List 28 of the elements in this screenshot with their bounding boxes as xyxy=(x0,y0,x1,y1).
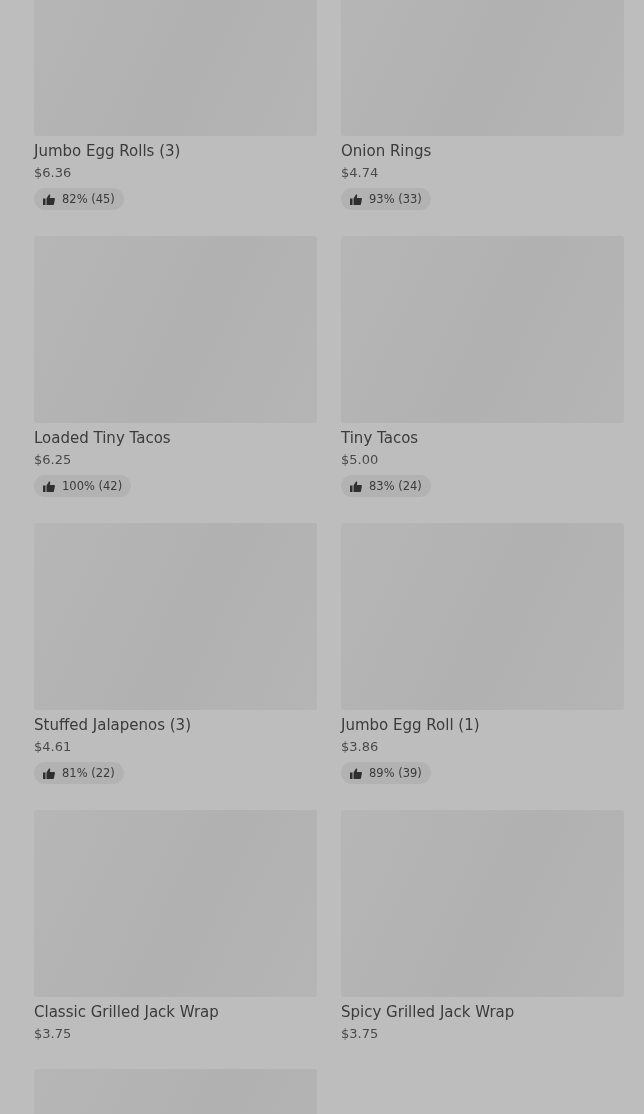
item-price: $6.36 xyxy=(34,164,72,182)
item-price: $4.74 xyxy=(341,164,379,182)
rating-text: 93% (33) xyxy=(369,192,422,206)
rating-text: 100% (42) xyxy=(62,479,123,493)
item-name: Classic Grilled Jack Wrap xyxy=(34,1002,219,1022)
item-price: $3.75 xyxy=(34,1025,72,1043)
thumbs-up-icon xyxy=(350,480,362,492)
item-name: Onion Rings xyxy=(341,141,432,161)
item-name: Jumbo Egg Roll (1) xyxy=(341,715,480,735)
rating-text: 81% (22) xyxy=(62,766,115,780)
thumbs-up-icon xyxy=(43,767,55,779)
item-name: Loaded Tiny Tacos xyxy=(34,428,171,448)
item-price: $6.25 xyxy=(34,451,72,469)
item-price: $3.75 xyxy=(341,1025,379,1043)
rating-text: 82% (45) xyxy=(62,192,115,206)
rating-text: 89% (39) xyxy=(369,766,422,780)
rating-text: 83% (24) xyxy=(369,479,422,493)
thumbs-up-icon xyxy=(43,193,55,205)
item-name: Tiny Tacos xyxy=(341,428,419,448)
thumbs-up-icon xyxy=(43,480,55,492)
item-name: Stuffed Jalapenos (3) xyxy=(34,715,191,735)
item-name: Jumbo Egg Rolls (3) xyxy=(34,141,181,161)
thumbs-up-icon xyxy=(350,193,362,205)
item-price: $3.86 xyxy=(341,738,379,756)
item-name: Spicy Grilled Jack Wrap xyxy=(341,1002,515,1022)
item-price: $5.00 xyxy=(341,451,379,469)
item-price: $4.61 xyxy=(34,738,72,756)
thumbs-up-icon xyxy=(350,767,362,779)
